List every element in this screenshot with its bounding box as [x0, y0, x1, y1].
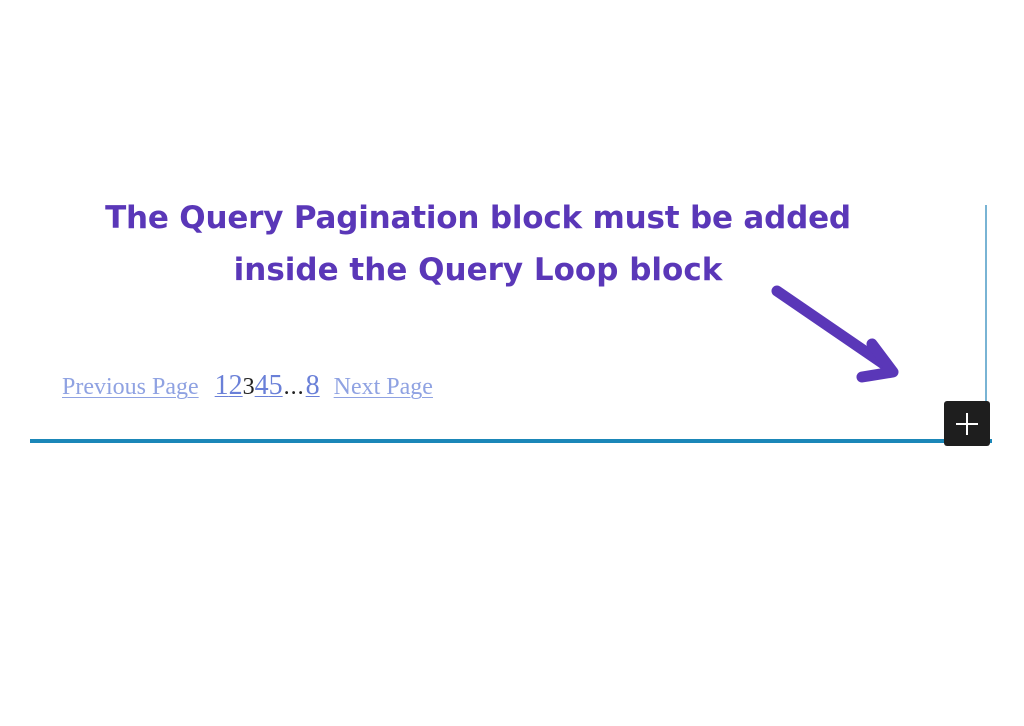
page-number-2[interactable]: 2: [229, 370, 243, 402]
screenshot-canvas: The Query Pagination block must be added…: [0, 0, 1024, 726]
previous-page-link[interactable]: Previous Page: [62, 374, 199, 401]
plus-icon-vertical-stroke: [965, 412, 969, 435]
annotation-heading-line-1: The Query Pagination block must be added: [105, 200, 851, 236]
page-number-5[interactable]: 5: [269, 370, 283, 402]
page-number-list: 1 2 3 4 5 ... 8: [215, 370, 320, 402]
annotation-heading: The Query Pagination block must be added…: [60, 192, 896, 296]
query-pagination-block: Previous Page 1 2 3 4 5 ... 8 Next Page: [62, 370, 433, 402]
page-number-4[interactable]: 4: [255, 370, 269, 402]
next-page-link[interactable]: Next Page: [334, 374, 433, 401]
page-number-1[interactable]: 1: [215, 370, 229, 402]
page-ellipsis: ...: [283, 374, 305, 400]
page-number-3-current: 3: [242, 374, 255, 400]
query-loop-horizontal-guide: [30, 439, 992, 443]
annotation-heading-line-2: inside the Query Loop block: [233, 252, 723, 288]
add-block-button[interactable]: [944, 401, 990, 446]
page-number-last[interactable]: 8: [306, 370, 320, 402]
